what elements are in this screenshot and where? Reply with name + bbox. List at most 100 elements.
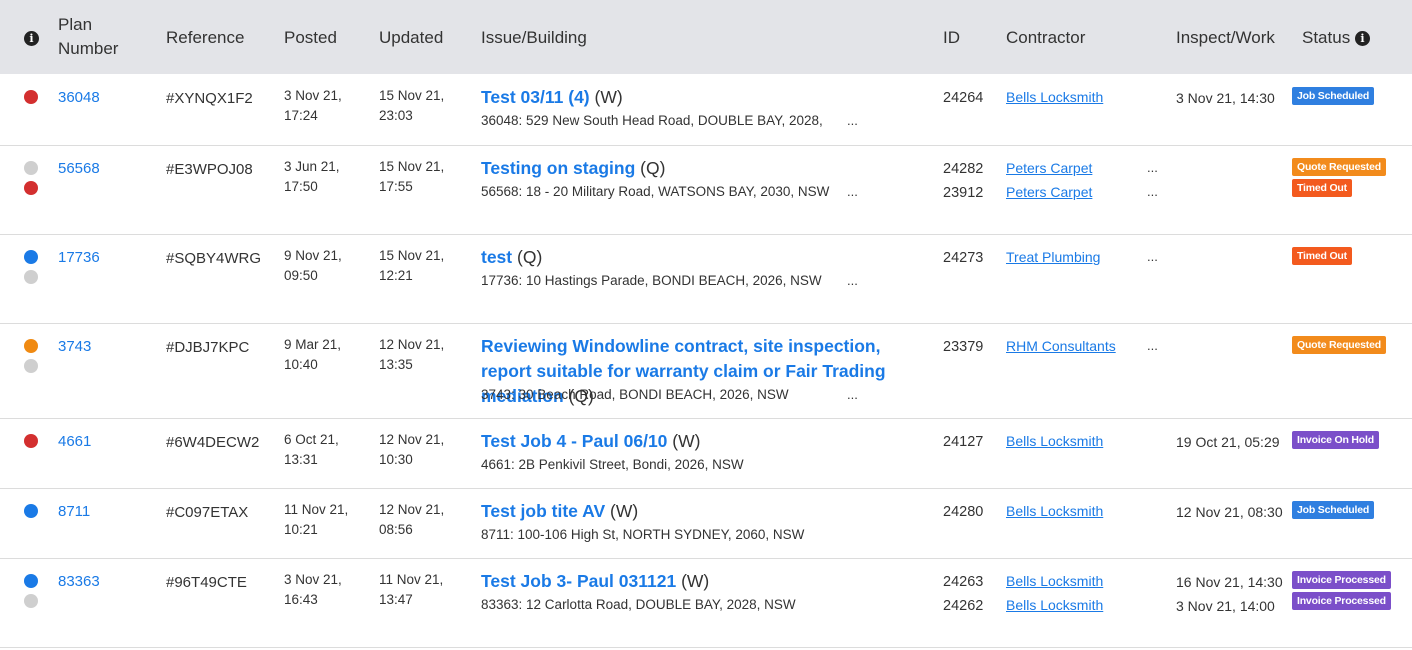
- reference-code: #DJBJ7KPC: [166, 339, 250, 356]
- posted-time: 09:50: [284, 268, 318, 283]
- reference-code: #96T49CTE: [166, 574, 247, 591]
- status-badge: Job Scheduled: [1292, 87, 1375, 105]
- table-row[interactable]: 3743 #DJBJ7KPC 9 Mar 21, 10:40 12 Nov 21, 13:…: [0, 324, 1412, 419]
- posted-date: 3 Nov 21,: [284, 572, 342, 587]
- info-icon[interactable]: i: [24, 31, 39, 47]
- issue-title: Testing on staging (Q): [481, 156, 921, 181]
- contractor-more[interactable]: ...: [1147, 338, 1158, 353]
- contractor-link[interactable]: Peters Carpet: [1006, 184, 1092, 200]
- posted-date: 9 Nov 21,: [284, 248, 342, 263]
- header-inspect-work[interactable]: Inspect/Work: [1176, 26, 1275, 50]
- posted-time: 13:31: [284, 452, 318, 467]
- table-row[interactable]: 83363 #96T49CTE 3 Nov 21, 16:43 11 Nov 21, 13…: [0, 559, 1412, 648]
- address-more[interactable]: ...: [847, 184, 858, 199]
- contractor-more[interactable]: ...: [1147, 184, 1158, 199]
- address-more[interactable]: ...: [847, 273, 858, 288]
- table-row[interactable]: 4661 #6W4DECW2 6 Oct 21, 13:31 12 Nov 21, 10:…: [0, 419, 1412, 489]
- posted-date: 3 Jun 21,: [284, 159, 340, 174]
- issue-title: Test Job 4 - Paul 06/10 (W): [481, 429, 921, 454]
- status-dot: [24, 90, 38, 104]
- posted-time: 16:43: [284, 592, 318, 607]
- info-column-header[interactable]: i: [24, 26, 39, 50]
- contractor-more[interactable]: ...: [1147, 249, 1158, 264]
- updated-date: 11 Nov 21,: [379, 572, 444, 587]
- contractor-link[interactable]: Bells Locksmith: [1006, 573, 1103, 589]
- job-id: 24264: [943, 90, 984, 106]
- plan-number-link[interactable]: 3743: [58, 338, 91, 355]
- issue-title: test (Q): [481, 245, 921, 270]
- issue-title-link[interactable]: test: [481, 247, 512, 267]
- contractor-link[interactable]: Treat Plumbing: [1006, 249, 1100, 265]
- header-status[interactable]: Status i: [1302, 26, 1370, 50]
- building-address: 36048: 529 New South Head Road, DOUBLE B…: [481, 113, 823, 128]
- contractor-link[interactable]: Bells Locksmith: [1006, 503, 1103, 519]
- header-plan-number[interactable]: Plan Number: [58, 13, 118, 61]
- table-row[interactable]: 56568 #E3WPOJ08 3 Jun 21, 17:50 15 Nov 21, 17…: [0, 146, 1412, 235]
- updated-date: 15 Nov 21,: [379, 248, 445, 263]
- table-row[interactable]: 8711 #C097ETAX 11 Nov 21, 10:21 12 Nov 21, 08…: [0, 489, 1412, 559]
- issue-type: (Q): [640, 158, 666, 178]
- table-row[interactable]: 36048 #XYNQX1F2 3 Nov 21, 17:24 15 Nov 21, 23…: [0, 75, 1412, 146]
- building-address: 4661: 2B Penkivil Street, Bondi, 2026, N…: [481, 457, 744, 472]
- job-id: 24127: [943, 434, 984, 450]
- address-more[interactable]: ...: [847, 113, 858, 128]
- posted-date: 6 Oct 21,: [284, 432, 339, 447]
- posted-time: 17:24: [284, 108, 318, 123]
- status-badge: Invoice On Hold: [1292, 431, 1379, 449]
- issue-title: Test job tite AV (W): [481, 499, 921, 524]
- plan-number-link[interactable]: 83363: [58, 573, 100, 590]
- updated-datetime: 15 Nov 21, 23:03: [379, 86, 444, 126]
- header-issue-building[interactable]: Issue/Building: [481, 26, 587, 50]
- updated-time: 10:30: [379, 452, 413, 467]
- posted-time: 10:21: [284, 522, 318, 537]
- status-badge: Timed Out: [1292, 247, 1352, 265]
- updated-datetime: 15 Nov 21, 17:55: [379, 157, 444, 197]
- updated-time: 08:56: [379, 522, 413, 537]
- status-dot: [24, 574, 38, 588]
- contractor-more[interactable]: ...: [1147, 160, 1158, 175]
- header-posted[interactable]: Posted: [284, 26, 337, 50]
- contractor-link[interactable]: Bells Locksmith: [1006, 89, 1103, 105]
- posted-date: 3 Nov 21,: [284, 88, 342, 103]
- issue-title: Test 03/11 (4) (W): [481, 85, 921, 110]
- issue-title-link[interactable]: Test 03/11 (4): [481, 87, 590, 107]
- updated-datetime: 15 Nov 21, 12:21: [379, 246, 444, 286]
- updated-time: 13:47: [379, 592, 413, 607]
- status-info-icon[interactable]: i: [1354, 31, 1370, 47]
- contractor-link[interactable]: Bells Locksmith: [1006, 597, 1103, 613]
- address-more[interactable]: ...: [847, 387, 858, 402]
- header-id[interactable]: ID: [943, 26, 960, 50]
- updated-time: 23:03: [379, 108, 413, 123]
- reference-code: #SQBY4WRG: [166, 250, 262, 267]
- plan-number-link[interactable]: 17736: [58, 249, 100, 266]
- reference-code: #6W4DECW2: [166, 434, 260, 451]
- posted-datetime: 6 Oct 21, 13:31: [284, 430, 339, 470]
- updated-date: 15 Nov 21,: [379, 88, 445, 103]
- header-updated[interactable]: Updated: [379, 26, 443, 50]
- status-dot: [24, 161, 38, 175]
- updated-datetime: 12 Nov 21, 08:56: [379, 500, 444, 540]
- table-row[interactable]: 17736 #SQBY4WRG 9 Nov 21, 09:50 15 Nov 21, 12…: [0, 235, 1412, 324]
- issue-title-link[interactable]: Test Job 4 - Paul 06/10: [481, 431, 667, 451]
- plan-number-link[interactable]: 56568: [58, 160, 100, 177]
- plan-number-link[interactable]: 4661: [58, 433, 91, 450]
- issue-title-link[interactable]: Test Job 3- Paul 031121: [481, 571, 676, 591]
- issue-title-link[interactable]: Testing on staging: [481, 158, 635, 178]
- header-plan-line2: Number: [58, 39, 119, 58]
- contractor-link[interactable]: Bells Locksmith: [1006, 433, 1103, 449]
- header-reference[interactable]: Reference: [166, 26, 244, 50]
- reference-code: #C097ETAX: [166, 504, 249, 521]
- job-id: 24273: [943, 250, 984, 266]
- updated-datetime: 11 Nov 21, 13:47: [379, 570, 443, 610]
- plan-number-link[interactable]: 36048: [58, 89, 100, 106]
- building-address: 56568: 18 - 20 Military Road, WATSONS BA…: [481, 184, 830, 199]
- contractor-link[interactable]: Peters Carpet: [1006, 160, 1092, 176]
- contractor-link[interactable]: RHM Consultants: [1006, 338, 1116, 354]
- inspect-work-datetime: 3 Nov 21, 14:00: [1176, 598, 1275, 614]
- status-badge: Invoice Processed: [1292, 592, 1391, 610]
- plan-number-link[interactable]: 8711: [58, 503, 90, 520]
- issue-title-link[interactable]: Test job tite AV: [481, 501, 605, 521]
- header-contractor[interactable]: Contractor: [1006, 26, 1085, 50]
- job-id: 24280: [943, 504, 984, 520]
- status-dot: [24, 181, 38, 195]
